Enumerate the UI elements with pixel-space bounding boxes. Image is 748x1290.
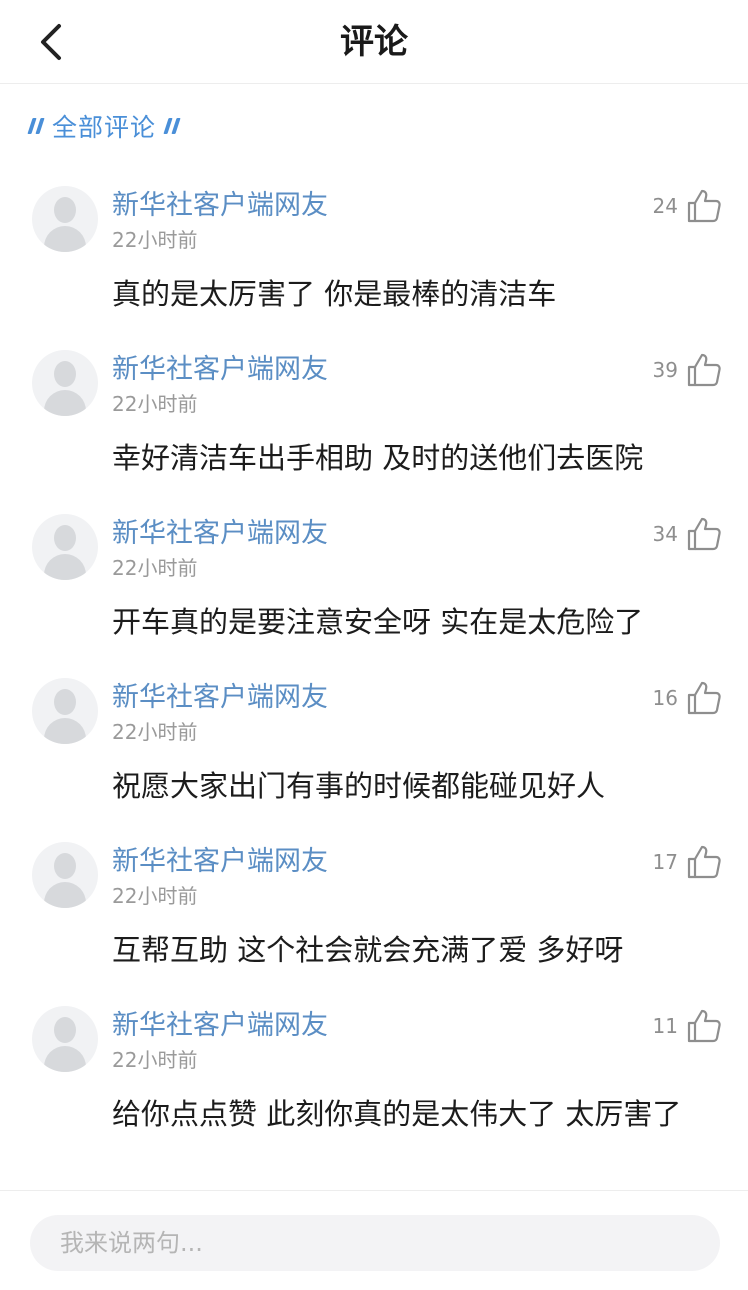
like-count: 39 bbox=[652, 358, 678, 382]
comment-username[interactable]: 新华社客户端网友 bbox=[112, 680, 328, 716]
avatar[interactable] bbox=[32, 678, 98, 744]
slash-decoration-icon bbox=[27, 118, 45, 134]
comment-item: 新华社客户端网友 22小时前 17 互帮互助 这个社会就会充满了爱 多好呀 bbox=[0, 842, 748, 1002]
comment-text: 互帮互助 这个社会就会充满了爱 多好呀 bbox=[112, 933, 624, 967]
avatar[interactable] bbox=[32, 842, 98, 908]
comment-text: 祝愿大家出门有事的时候都能碰见好人 bbox=[112, 769, 606, 803]
like-count: 17 bbox=[652, 850, 678, 874]
comment-time: 22小时前 bbox=[112, 884, 198, 908]
thumbs-up-icon bbox=[687, 681, 721, 715]
comment-input[interactable] bbox=[30, 1215, 720, 1271]
comment-time: 22小时前 bbox=[112, 720, 198, 744]
like-count: 16 bbox=[652, 686, 678, 710]
page-title: 评论 bbox=[340, 22, 408, 62]
comment-time: 22小时前 bbox=[112, 228, 198, 252]
comment-text: 给你点点赞 此刻你真的是太伟大了 太厉害了 bbox=[112, 1097, 682, 1131]
header-bar: 评论 bbox=[0, 0, 748, 84]
like-button[interactable]: 39 bbox=[653, 352, 722, 388]
comment-text: 幸好清洁车出手相助 及时的送他们去医院 bbox=[112, 441, 644, 475]
like-count: 11 bbox=[652, 1014, 678, 1038]
thumbs-up-icon bbox=[687, 353, 721, 387]
like-count: 24 bbox=[652, 194, 678, 218]
comment-username[interactable]: 新华社客户端网友 bbox=[112, 352, 328, 388]
comment-item: 新华社客户端网友 22小时前 39 幸好清洁车出手相助 及时的送他们去医院 bbox=[0, 350, 748, 510]
thumbs-up-icon bbox=[687, 845, 721, 879]
like-button[interactable]: 17 bbox=[653, 844, 722, 880]
thumbs-up-icon bbox=[687, 1009, 721, 1043]
avatar[interactable] bbox=[32, 1006, 98, 1072]
comment-time: 22小时前 bbox=[112, 556, 198, 580]
like-count: 34 bbox=[652, 522, 678, 546]
section-title: 全部评论 bbox=[52, 113, 157, 142]
avatar[interactable] bbox=[32, 186, 98, 252]
comment-username[interactable]: 新华社客户端网友 bbox=[112, 844, 328, 880]
thumbs-up-icon bbox=[687, 517, 721, 551]
comment-text: 真的是太厉害了 你是最棒的清洁车 bbox=[112, 277, 557, 311]
like-button[interactable]: 16 bbox=[653, 680, 722, 716]
thumbs-up-icon bbox=[687, 189, 721, 223]
like-button[interactable]: 24 bbox=[653, 188, 722, 224]
comment-item: 新华社客户端网友 22小时前 11 给你点点赞 此刻你真的是太伟大了 太厉害了 bbox=[0, 1006, 748, 1166]
comment-username[interactable]: 新华社客户端网友 bbox=[112, 188, 328, 224]
comment-item: 新华社客户端网友 22小时前 24 真的是太厉害了 你是最棒的清洁车 bbox=[0, 186, 748, 346]
slash-decoration-icon bbox=[163, 118, 181, 134]
comment-time: 22小时前 bbox=[112, 1048, 198, 1072]
comment-username[interactable]: 新华社客户端网友 bbox=[112, 516, 328, 552]
comment-item: 新华社客户端网友 22小时前 34 开车真的是要注意安全呀 实在是太危险了 bbox=[0, 514, 748, 674]
like-button[interactable]: 34 bbox=[653, 516, 722, 552]
comment-text: 开车真的是要注意安全呀 实在是太危险了 bbox=[112, 605, 644, 639]
avatar[interactable] bbox=[32, 350, 98, 416]
avatar[interactable] bbox=[32, 514, 98, 580]
section-header: 全部评论 bbox=[27, 104, 181, 148]
comment-username[interactable]: 新华社客户端网友 bbox=[112, 1008, 328, 1044]
like-button[interactable]: 11 bbox=[653, 1008, 722, 1044]
comment-time: 22小时前 bbox=[112, 392, 198, 416]
comment-item: 新华社客户端网友 22小时前 16 祝愿大家出门有事的时候都能碰见好人 bbox=[0, 678, 748, 838]
reply-bar bbox=[0, 1190, 748, 1290]
